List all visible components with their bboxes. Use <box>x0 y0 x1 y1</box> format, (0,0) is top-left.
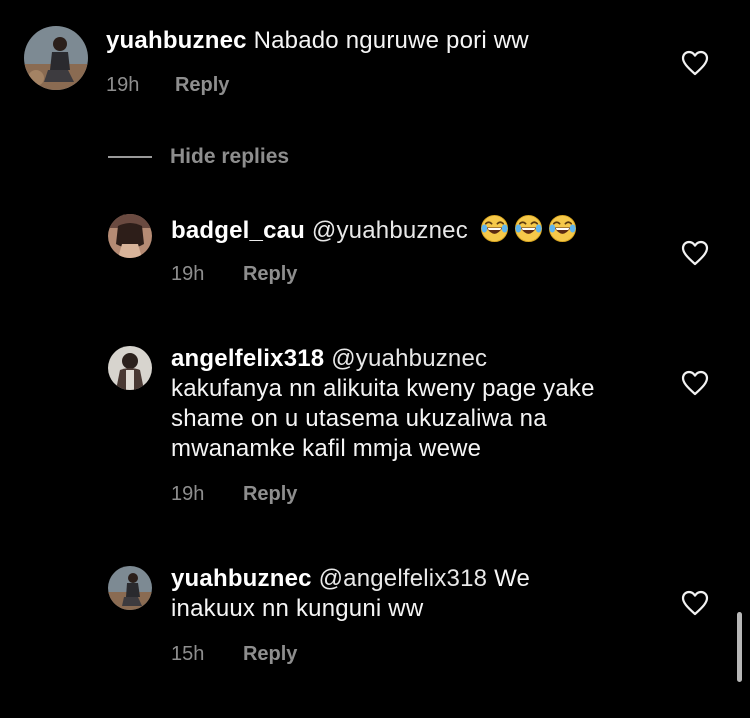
comments-screen: yuahbuznec Nabado nguruwe pori ww 19h Re… <box>0 0 750 718</box>
heart-outline-icon[interactable] <box>681 240 709 266</box>
comment-message: Nabado nguruwe pori ww <box>253 27 529 54</box>
reply-message: We <box>494 565 531 592</box>
reply-time: 19h <box>171 483 205 505</box>
comment-text: yuahbuznec Nabado nguruwe pori ww <box>106 26 666 56</box>
reply-first-line: angelfelix318 @yuahbuznec <box>171 344 671 374</box>
reply-username[interactable]: badgel_cau <box>171 217 305 244</box>
reply-meta: 15h Reply <box>171 642 297 666</box>
mention-link[interactable]: @angelfelix318 <box>319 565 488 592</box>
reply-username[interactable]: yuahbuznec <box>171 565 312 592</box>
reply-message-line: shame on u utasema ukuzaliwa na <box>171 405 547 432</box>
avatar[interactable] <box>108 346 152 390</box>
reply-text: yuahbuznec @angelfelix318 We inakuux nn … <box>171 564 671 624</box>
reply-button[interactable]: Reply <box>243 643 297 665</box>
comment-meta: 19h Reply <box>106 73 229 97</box>
reply-first-line: yuahbuznec @angelfelix318 We <box>171 564 671 594</box>
reply-button[interactable]: Reply <box>243 483 297 505</box>
reply-message-line: mwanamke kafil mmja wewe <box>171 435 482 462</box>
heart-outline-icon[interactable] <box>681 370 709 396</box>
heart-outline-icon[interactable] <box>681 50 709 76</box>
heart-outline-icon[interactable] <box>681 590 709 616</box>
face-with-tears-of-joy-emoji <box>480 214 509 243</box>
reply-button[interactable]: Reply <box>175 74 229 96</box>
reply-text: angelfelix318 @yuahbuznec kakufanya nn a… <box>171 344 671 464</box>
reply-text: badgel_cau @yuahbuznec <box>171 214 661 246</box>
reply-username[interactable]: angelfelix318 <box>171 345 324 372</box>
hide-replies-label: Hide replies <box>170 145 290 168</box>
avatar[interactable] <box>108 214 152 258</box>
avatar[interactable] <box>24 26 88 90</box>
comment-time: 19h <box>106 74 140 96</box>
reply-time: 15h <box>171 643 205 665</box>
hide-replies-button[interactable]: Hide replies <box>108 143 289 171</box>
reply-message-line: kakufanya nn alikuita kweny page yake <box>171 375 595 402</box>
reply-button[interactable]: Reply <box>243 263 297 285</box>
avatar[interactable] <box>108 566 152 610</box>
comment-username[interactable]: yuahbuznec <box>106 27 247 54</box>
scrollbar[interactable] <box>737 612 742 682</box>
reply-time: 19h <box>171 263 205 285</box>
reply-meta: 19h Reply <box>171 482 297 506</box>
reply-meta: 19h Reply <box>171 262 297 286</box>
reply-message-line: inakuux nn kunguni ww <box>171 595 424 622</box>
mention-link[interactable]: @yuahbuznec <box>312 217 468 244</box>
mention-link[interactable]: @yuahbuznec <box>331 345 487 372</box>
face-with-tears-of-joy-emoji <box>548 214 577 243</box>
face-with-tears-of-joy-emoji <box>514 214 543 243</box>
divider <box>108 156 152 158</box>
